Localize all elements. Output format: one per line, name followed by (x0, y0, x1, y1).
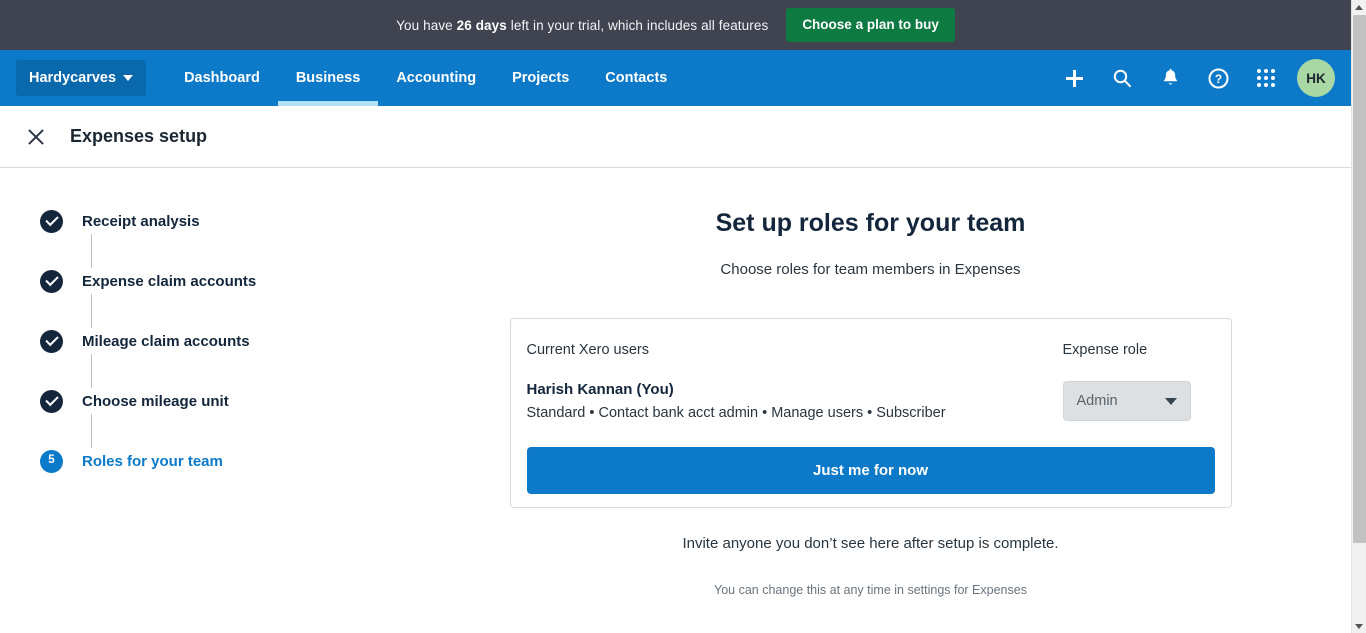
step-receipt-analysis[interactable]: Receipt analysis (40, 208, 420, 234)
trial-banner: You have 26 days left in your trial, whi… (0, 0, 1351, 50)
trial-banner-text: You have 26 days left in your trial, whi… (396, 18, 768, 33)
add-new-button[interactable] (1055, 59, 1093, 97)
setup-panel: Set up roles for your team Choose roles … (420, 208, 1351, 597)
user-name: Harish Kannan (You) (526, 381, 674, 398)
step-complete-icon (40, 209, 63, 233)
vertical-scrollbar[interactable] (1351, 0, 1366, 633)
roles-card-header: Current Xero users Expense role (527, 333, 1215, 367)
expense-role-dropdown[interactable]: Admin (1062, 381, 1191, 421)
user-row: Harish Kannan (You) Standard • Contact b… (527, 367, 1215, 429)
user-permissions: Standard • Contact bank acct admin • Man… (526, 405, 946, 421)
scrollbar-thumb[interactable] (1353, 15, 1366, 543)
notifications-bell-icon (1163, 68, 1177, 85)
settings-footnote: You can change this at any time in setti… (714, 583, 1027, 597)
nav-item-dashboard[interactable]: Dashboard (166, 50, 278, 106)
step-mileage-claim-accounts[interactable]: Mileage claim accounts (40, 328, 420, 354)
close-icon[interactable] (24, 125, 48, 149)
nav-item-contacts[interactable]: Contacts (587, 50, 685, 106)
step-connector (91, 414, 92, 448)
setup-step-list: Receipt analysis Expense claim accounts … (0, 208, 420, 597)
step-expense-claim-accounts[interactable]: Expense claim accounts (40, 268, 420, 294)
step-number-badge: 5 (40, 449, 63, 473)
roles-card: Current Xero users Expense role Harish K… (509, 318, 1232, 508)
plus-icon (1065, 69, 1083, 87)
column-header-users: Current Xero users (526, 342, 650, 358)
main-navigation-bar: Hardycarves Dashboard Business Accountin… (0, 50, 1351, 106)
scroll-up-arrow-icon[interactable] (1352, 0, 1366, 14)
panel-subtitle: Choose roles for team members in Expense… (720, 261, 1021, 278)
search-icon (1113, 69, 1131, 88)
page-title: Expenses setup (70, 126, 208, 146)
panel-title: Set up roles for your team (715, 209, 1026, 237)
trial-text-before: You have (396, 17, 457, 33)
step-complete-icon (40, 329, 63, 353)
step-complete-icon (40, 269, 63, 293)
setup-content: Receipt analysis Expense claim accounts … (0, 168, 1351, 597)
browser-page: You have 26 days left in your trial, whi… (0, 0, 1366, 633)
help-icon: ? (1208, 68, 1228, 88)
step-label: Receipt analysis (82, 212, 200, 230)
user-info: Harish Kannan (You) Standard • Contact b… (527, 381, 946, 421)
step-label: Choose mileage unit (82, 392, 229, 410)
page-viewport: You have 26 days left in your trial, whi… (0, 0, 1351, 633)
column-header-expense-role: Expense role (1062, 342, 1148, 358)
nav-item-accounting[interactable]: Accounting (378, 50, 494, 106)
step-number: 5 (48, 454, 55, 467)
step-label: Roles for your team (82, 452, 223, 470)
expense-role-value: Admin (1076, 393, 1118, 409)
step-complete-icon (40, 389, 63, 413)
nav-right-actions: ? HK (1055, 50, 1351, 106)
app-launcher-button[interactable] (1247, 59, 1285, 97)
invite-footnote: Invite anyone you don’t see here after s… (682, 535, 1059, 552)
nav-item-projects[interactable]: Projects (494, 50, 587, 106)
step-choose-mileage-unit[interactable]: Choose mileage unit (40, 388, 420, 414)
nav-item-business[interactable]: Business (277, 50, 379, 106)
organisation-name: Hardycarves (29, 70, 117, 86)
step-connector (91, 294, 92, 328)
trial-days-remaining: 26 days (456, 17, 507, 33)
notifications-button[interactable] (1151, 59, 1189, 97)
chevron-down-icon (1164, 397, 1177, 405)
step-roles-for-your-team[interactable]: 5 Roles for your team (40, 448, 420, 474)
help-button[interactable]: ? (1199, 59, 1237, 97)
app-grid-icon (1257, 69, 1275, 87)
organisation-switcher-button[interactable]: Hardycarves (16, 60, 147, 96)
just-me-for-now-button[interactable]: Just me for now (526, 447, 1215, 494)
chevron-down-icon (123, 75, 134, 81)
step-label: Mileage claim accounts (82, 332, 250, 350)
scroll-down-arrow-icon[interactable] (1352, 619, 1366, 633)
nav-links: Dashboard Business Accounting Projects C… (166, 50, 685, 106)
setup-header: Expenses setup (0, 106, 1351, 168)
step-connector (91, 354, 92, 388)
trial-text-after: left in your trial, which includes all f… (506, 17, 769, 33)
svg-text:?: ? (1214, 72, 1221, 86)
search-button[interactable] (1103, 59, 1141, 97)
step-label: Expense claim accounts (82, 272, 257, 290)
choose-plan-button[interactable]: Choose a plan to buy (786, 8, 955, 42)
step-connector (91, 234, 92, 268)
avatar[interactable]: HK (1297, 59, 1335, 97)
